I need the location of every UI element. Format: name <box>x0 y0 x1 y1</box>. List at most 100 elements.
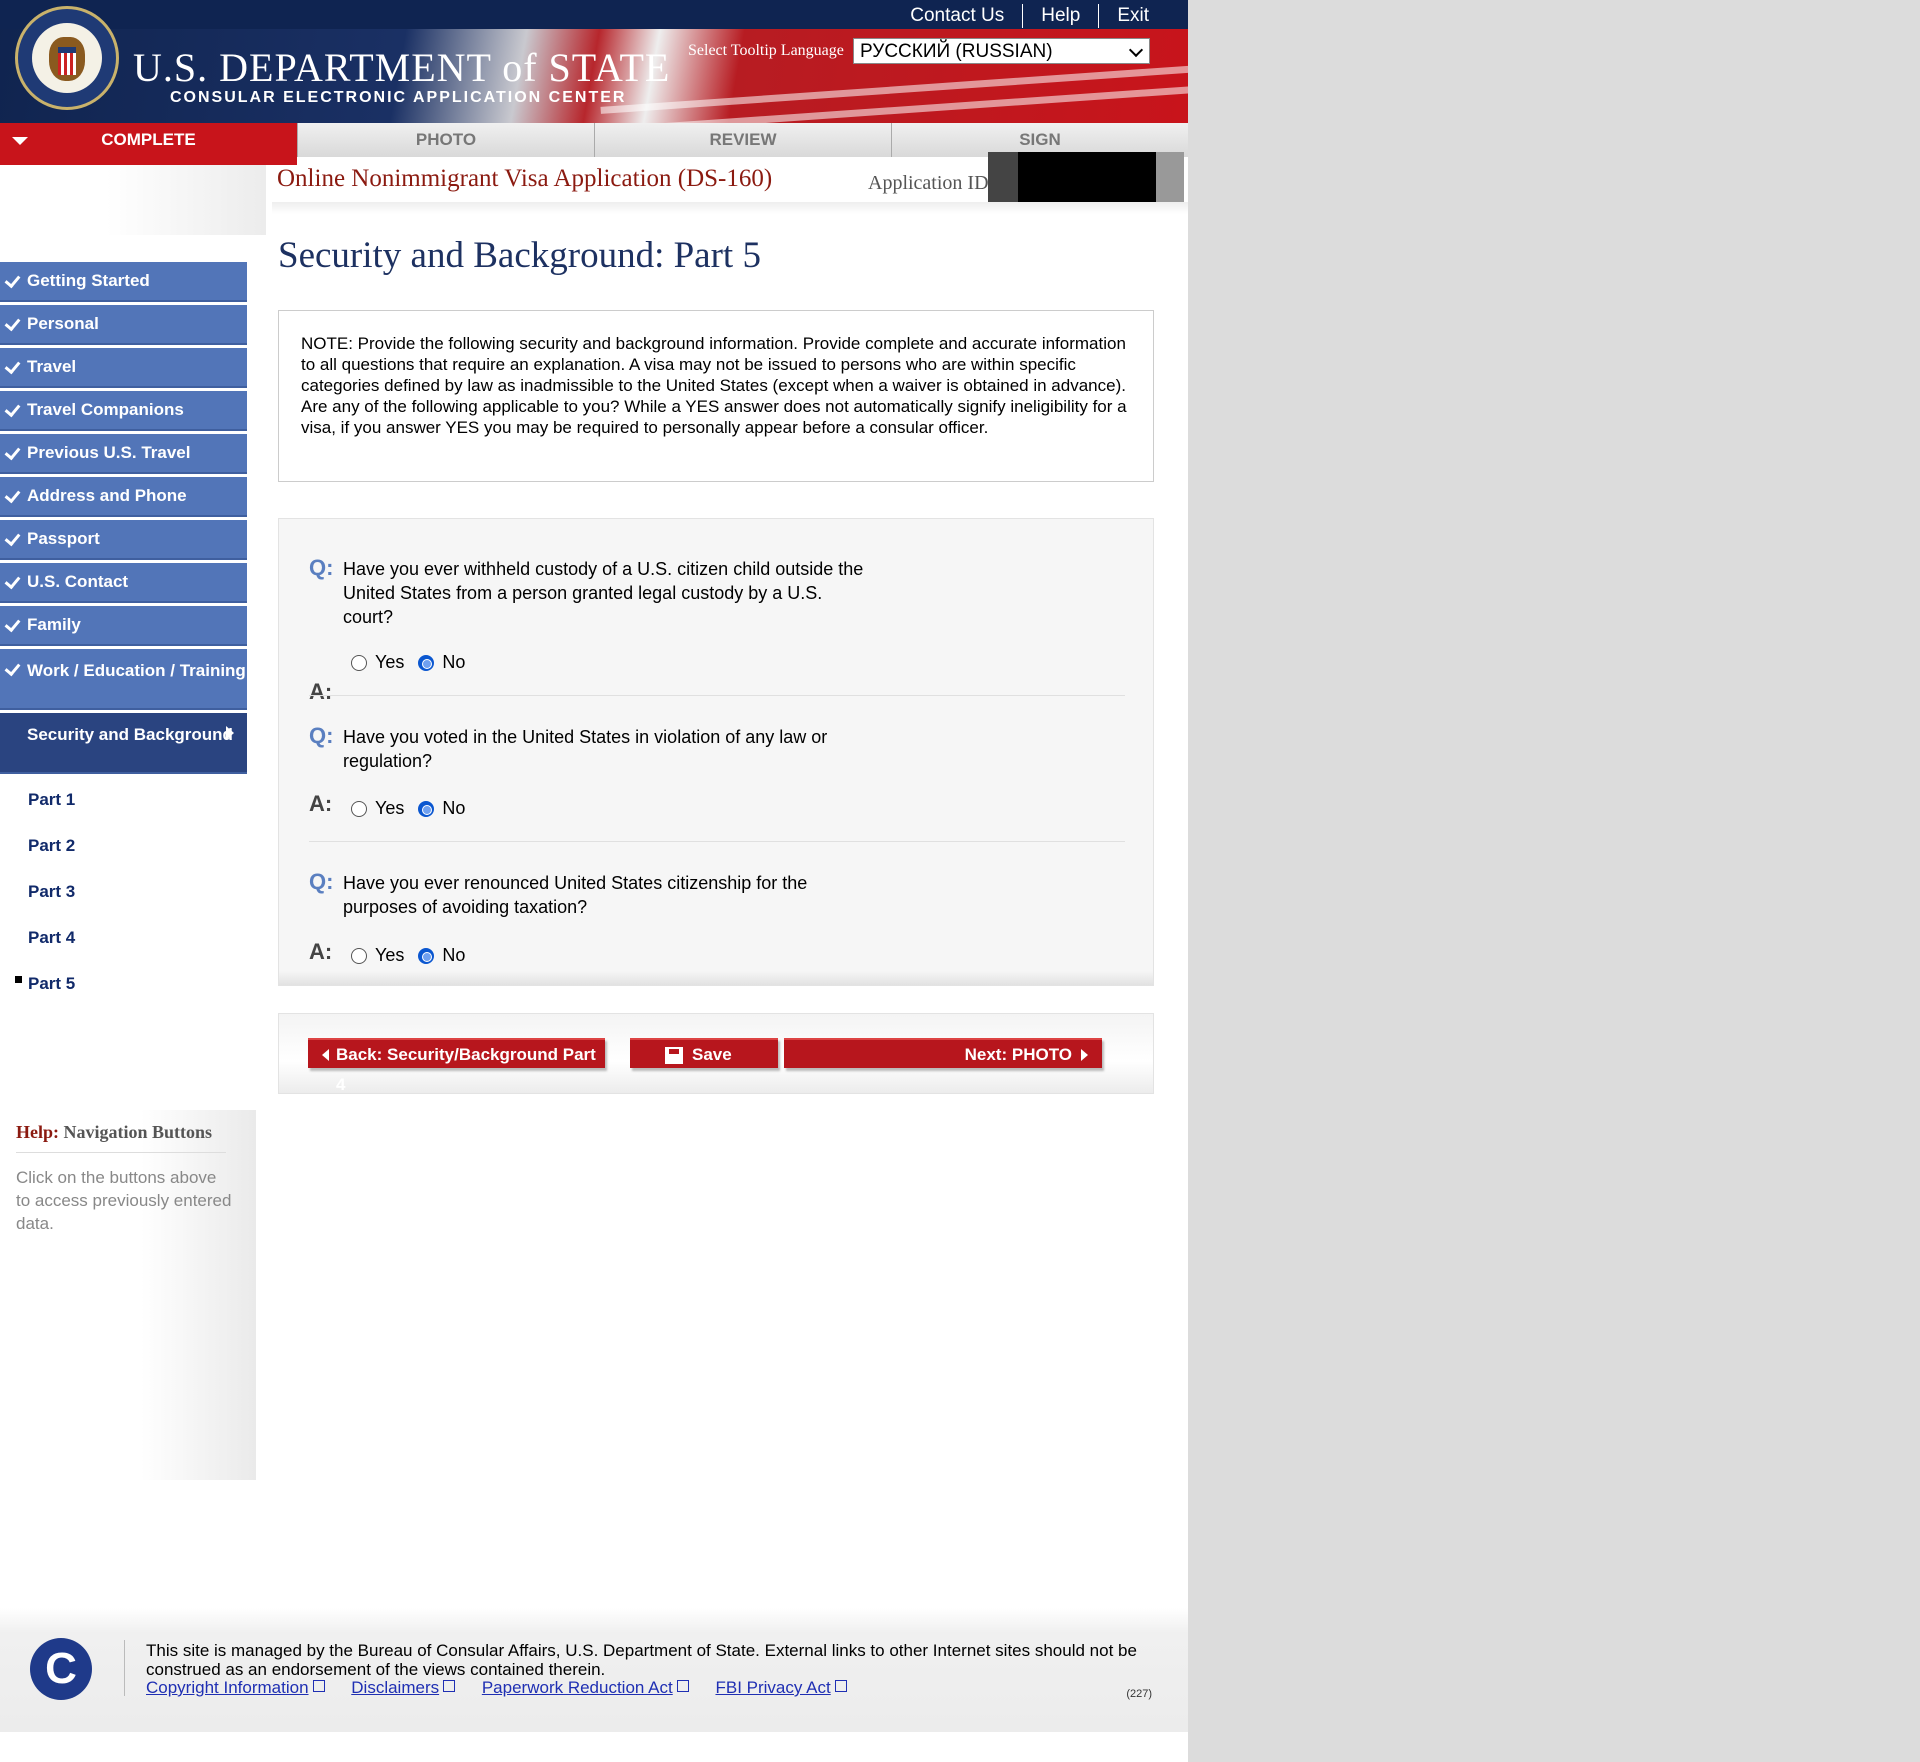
sidebar-item-label: Family <box>27 615 81 634</box>
help-text: Click on the buttons above to access pre… <box>16 1168 232 1233</box>
footer-divider <box>124 1640 125 1696</box>
footer-disclaimer: This site is managed by the Bureau of Co… <box>146 1641 1137 1679</box>
external-link-icon <box>676 1680 689 1692</box>
sidebar-item-label: Travel Companions <box>27 400 184 419</box>
exit-link[interactable]: Exit <box>1098 4 1167 28</box>
check-icon <box>4 357 21 375</box>
copyright-information-link[interactable]: Copyright Information <box>146 1678 325 1697</box>
a-marker: A: <box>309 939 333 964</box>
application-title: Online Nonimmigrant Visa Application (DS… <box>277 165 773 192</box>
navigation-buttons-bar: Back: Security/Background Part 4 Save Ne… <box>278 1013 1154 1094</box>
check-icon <box>4 659 21 677</box>
sidebar-item-label: Travel <box>27 357 77 376</box>
yes-label: Yes <box>375 652 405 672</box>
a-marker: A: <box>309 791 333 816</box>
sidebar-item-personal[interactable]: Personal <box>0 305 247 345</box>
sidebar-subitem-part-3[interactable]: Part 3 <box>0 869 247 915</box>
sidebar-item-passport[interactable]: Passport <box>0 520 247 560</box>
q-marker: Q: <box>309 869 334 894</box>
help-panel: Help: Navigation Buttons Click on the bu… <box>0 1110 256 1480</box>
arrow-left-icon <box>322 1049 329 1061</box>
sidebar-item-previous-us-travel[interactable]: Previous U.S. Travel <box>0 434 247 474</box>
sidebar-item-getting-started[interactable]: Getting Started <box>0 262 247 302</box>
no-label: No <box>442 798 466 818</box>
sidebar-item-travel[interactable]: Travel <box>0 348 247 388</box>
yes-radio[interactable] <box>351 800 367 817</box>
next-button[interactable]: Next: PHOTO <box>784 1038 1102 1068</box>
tooltip-language-label: Select Tooltip Language <box>688 42 844 59</box>
back-button[interactable]: Back: Security/Background Part 4 <box>308 1038 605 1094</box>
check-icon <box>4 486 21 504</box>
save-button[interactable]: Save <box>630 1038 778 1068</box>
application-id-label: Application ID <box>868 172 989 194</box>
external-link-icon <box>312 1680 325 1692</box>
sidebar-item-security-and-background[interactable]: Security and Background <box>0 713 247 774</box>
q-marker: Q: <box>309 723 334 748</box>
site-header: U.S. DEPARTMENT of STATE CONSULAR ELECTR… <box>0 0 1188 123</box>
sidebar-subitem-part-4[interactable]: Part 4 <box>0 915 247 961</box>
check-icon <box>4 615 21 633</box>
tab-review[interactable]: REVIEW <box>594 123 891 157</box>
check-icon <box>4 443 21 461</box>
yes-radio[interactable] <box>351 947 367 964</box>
sidebar-item-label: Work / Education / Training <box>27 661 246 680</box>
save-disk-icon <box>665 1047 683 1064</box>
external-link-icon <box>834 1680 847 1692</box>
question-text: Have you voted in the United States in v… <box>343 727 828 771</box>
fbi-privacy-act-link[interactable]: FBI Privacy Act <box>715 1678 847 1697</box>
department-title: U.S. DEPARTMENT of STATE <box>133 45 671 90</box>
question-divider <box>309 695 1125 696</box>
top-links: Contact Us Help Exit <box>892 4 1167 28</box>
sidebar-item-label: Passport <box>27 529 100 548</box>
sidebar-item-label: Address and Phone <box>27 486 187 505</box>
sidebar-subitem-part-5[interactable]: Part 5 <box>0 961 247 1007</box>
question-divider <box>309 841 1125 842</box>
help-label: Help: <box>16 1122 59 1142</box>
disclaimers-link[interactable]: Disclaimers <box>351 1678 456 1697</box>
sidebar-item-travel-companions[interactable]: Travel Companions <box>0 391 247 431</box>
yes-label: Yes <box>375 798 405 818</box>
current-bullet-icon <box>15 976 22 983</box>
sidebar-subitem-part-2[interactable]: Part 2 <box>0 823 247 869</box>
help-heading: Navigation Buttons <box>63 1122 213 1142</box>
tab-complete-label: COMPLETE <box>101 130 196 149</box>
sidebar-top-fade <box>0 165 266 235</box>
yes-label: Yes <box>375 945 405 965</box>
footer-links: Copyright Information Disclaimers Paperw… <box>146 1678 869 1698</box>
external-link-icon <box>443 1680 456 1692</box>
tab-photo[interactable]: PHOTO <box>297 123 594 157</box>
sidebar-item-label: U.S. Contact <box>27 572 129 591</box>
no-radio[interactable] <box>418 800 435 817</box>
tab-complete[interactable]: COMPLETE <box>0 123 297 165</box>
question-text: Have you ever withheld custody of a U.S.… <box>343 559 864 627</box>
tooltip-language-select[interactable]: РУССКИЙ (RUSSIAN) <box>853 38 1150 64</box>
sidebar-subitem-part-1[interactable]: Part 1 <box>0 777 247 823</box>
sidebar-item-work-education-training[interactable]: Work / Education / Training <box>0 649 247 710</box>
sidebar-subitem-label: Part 5 <box>28 974 76 993</box>
a-marker: A: <box>309 679 333 704</box>
save-button-label: Save <box>692 1045 732 1064</box>
check-icon <box>4 572 21 590</box>
check-icon <box>4 400 21 418</box>
next-button-label: Next: PHOTO <box>964 1045 1072 1064</box>
q-marker: Q: <box>309 555 334 580</box>
sidebar-item-label: Previous U.S. Travel <box>27 443 191 462</box>
sidebar-item-family[interactable]: Family <box>0 606 247 646</box>
help-link[interactable]: Help <box>1022 4 1098 28</box>
version-number: (227) <box>1126 1688 1152 1700</box>
answer-radio-group: Yes No <box>351 945 479 966</box>
no-radio[interactable] <box>418 654 435 671</box>
no-radio[interactable] <box>418 947 435 964</box>
back-button-label: Back: Security/Background Part 4 <box>336 1045 596 1094</box>
yes-radio[interactable] <box>351 654 367 671</box>
chevron-down-icon <box>1128 42 1144 58</box>
contact-us-link[interactable]: Contact Us <box>892 4 1022 28</box>
check-icon <box>4 529 21 547</box>
paperwork-reduction-act-link[interactable]: Paperwork Reduction Act <box>482 1678 689 1697</box>
site-footer: C This site is managed by the Bureau of … <box>0 1608 1188 1732</box>
caret-down-icon <box>12 137 28 145</box>
sidebar-item-us-contact[interactable]: U.S. Contact <box>0 563 247 603</box>
panel-bottom-shade <box>279 971 1153 985</box>
sidebar-item-address-and-phone[interactable]: Address and Phone <box>0 477 247 517</box>
help-divider <box>16 1152 226 1153</box>
